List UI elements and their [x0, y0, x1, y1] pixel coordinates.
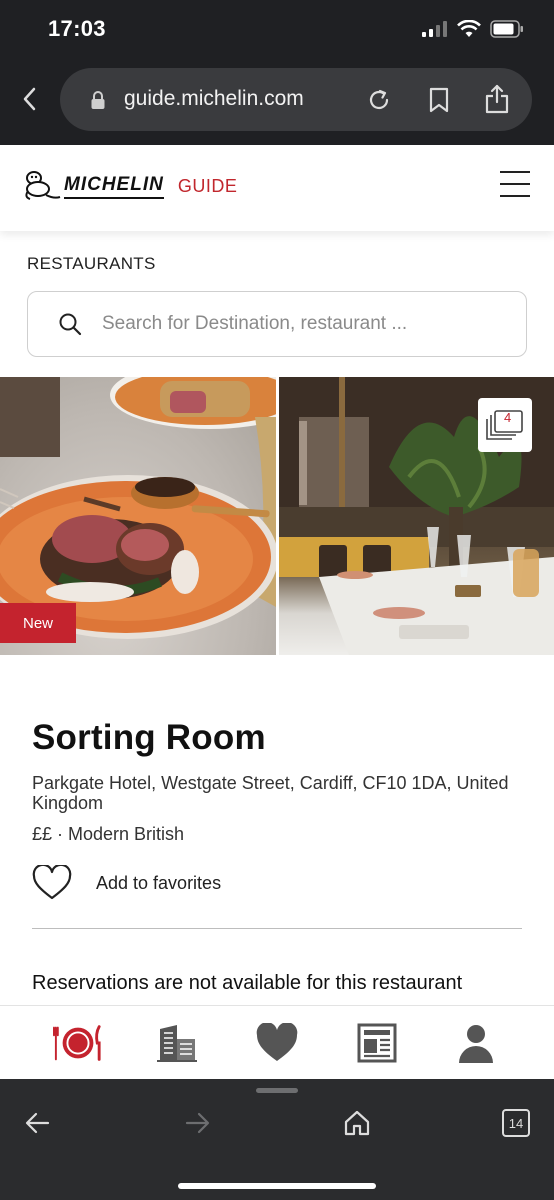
- hotels-icon: [157, 1024, 198, 1062]
- guide-wordmark: GUIDE: [177, 175, 238, 196]
- tab-restaurants[interactable]: [52, 1018, 103, 1068]
- price-cuisine: ££ · Modern British: [32, 824, 185, 844]
- cellular-signal-icon: [422, 21, 447, 37]
- sheet-grabber[interactable]: [256, 1088, 298, 1093]
- heart-outline-icon: [32, 865, 72, 900]
- restaurants-icon: [52, 1024, 101, 1061]
- michelin-guide-logo[interactable]: MICHELIN GUIDE: [20, 169, 237, 203]
- section-label: RESTAURANTS: [27, 254, 156, 273]
- status-bar: 17:03: [0, 0, 554, 62]
- profile-icon: [459, 1024, 494, 1063]
- arrow-left-icon[interactable]: [24, 1109, 52, 1137]
- menu-line: [500, 195, 530, 197]
- home-indicator: [178, 1183, 376, 1189]
- favorites-icon: [256, 1022, 298, 1061]
- share-icon[interactable]: [484, 83, 510, 115]
- browser-toolbar: 14: [0, 1079, 554, 1200]
- browser-address-bar: guide.michelin.com: [0, 62, 554, 145]
- url-field[interactable]: guide.michelin.com: [60, 68, 532, 131]
- add-to-favorites-label: Add to favorites: [96, 872, 222, 893]
- new-badge: New: [0, 603, 76, 643]
- app-tab-bar: [0, 1005, 554, 1079]
- hamburger-menu-button[interactable]: [500, 171, 530, 199]
- status-icons: [422, 20, 524, 38]
- web-page: MICHELIN GUIDE RESTAURANTS Search for De…: [0, 145, 554, 1005]
- tab-count: 14: [508, 1115, 524, 1131]
- lock-icon: [91, 91, 105, 109]
- search-icon: [59, 313, 82, 336]
- bookmark-icon[interactable]: [428, 87, 450, 113]
- tab-profile[interactable]: [451, 1018, 501, 1068]
- interior-photo[interactable]: 4: [279, 377, 554, 655]
- photo-gallery[interactable]: New 4: [0, 377, 554, 655]
- dish-photo[interactable]: New: [0, 377, 276, 655]
- tab-magazine[interactable]: [352, 1018, 402, 1068]
- status-time: 17:03: [48, 16, 106, 41]
- tab-favorites[interactable]: [252, 1018, 302, 1068]
- url-text: guide.michelin.com: [124, 87, 304, 110]
- reservation-note: Reservations are not available for this …: [32, 972, 463, 994]
- home-icon[interactable]: [343, 1109, 371, 1137]
- brand-wordmark: MICHELIN: [64, 174, 164, 199]
- restaurant-name: Sorting Room: [32, 718, 266, 757]
- search-input[interactable]: [102, 292, 502, 356]
- divider: [32, 928, 522, 929]
- magazine-icon: [357, 1023, 397, 1062]
- photo-count-button[interactable]: 4: [478, 398, 532, 452]
- site-header: MICHELIN GUIDE: [0, 145, 554, 231]
- menu-line: [500, 183, 530, 185]
- add-to-favorites-button[interactable]: Add to favorites: [32, 865, 221, 901]
- tab-hotels[interactable]: [152, 1018, 202, 1068]
- wifi-icon: [457, 20, 481, 37]
- tabs-button[interactable]: 14: [502, 1109, 530, 1137]
- arrow-right-icon[interactable]: [183, 1109, 211, 1137]
- reload-icon[interactable]: [366, 87, 392, 113]
- search-box[interactable]: [27, 291, 527, 357]
- menu-line: [500, 171, 530, 173]
- restaurant-address: Parkgate Hotel, Westgate Street, Cardiff…: [32, 773, 509, 813]
- michelin-man-icon: [25, 171, 61, 200]
- browser-back-button[interactable]: [14, 84, 44, 114]
- chevron-left-icon: [23, 87, 36, 111]
- battery-icon: [490, 20, 523, 38]
- photo-count: 4: [504, 410, 512, 425]
